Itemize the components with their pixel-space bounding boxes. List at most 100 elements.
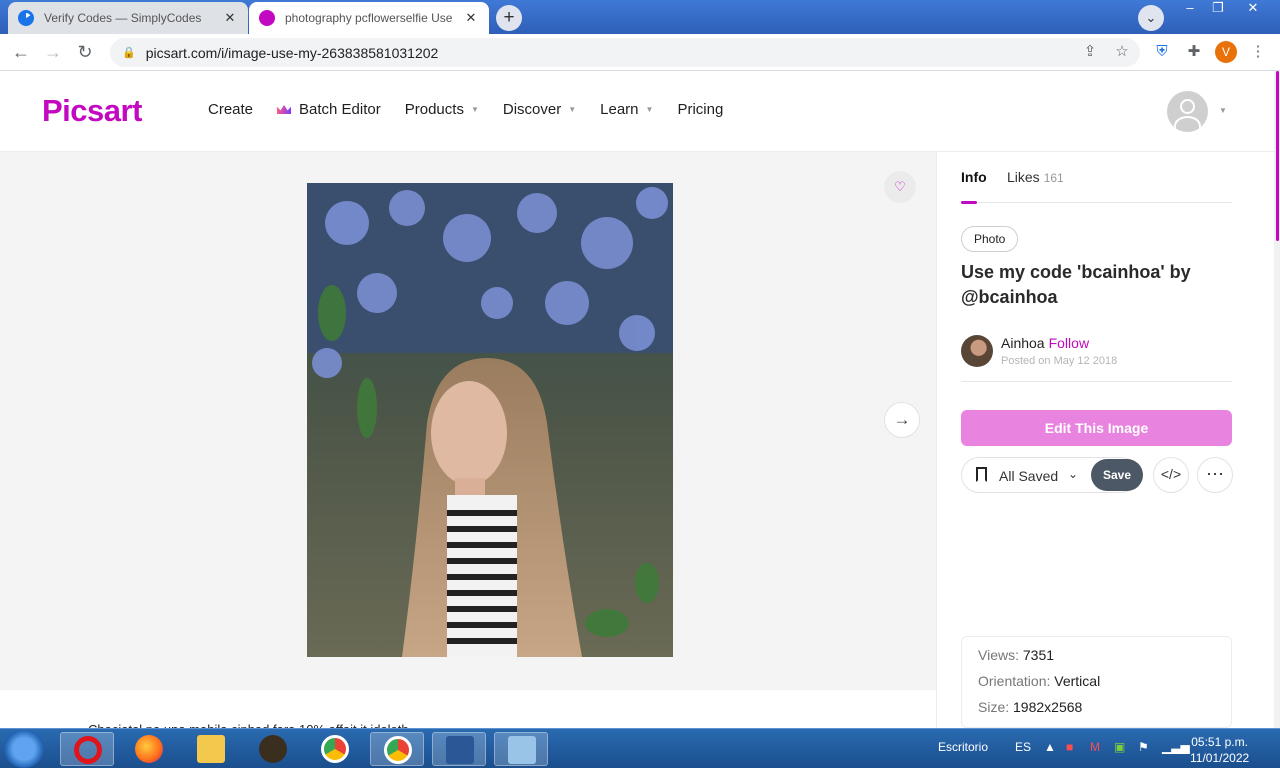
orientation-row: Orientation: Vertical xyxy=(978,673,1215,699)
posted-date: Posted on May 12 2018 xyxy=(1001,355,1118,367)
views-label: Views: xyxy=(978,647,1019,663)
forward-arrow-icon[interactable]: → xyxy=(40,40,66,66)
tab-search-button[interactable]: ⌄ xyxy=(1138,5,1164,31)
language-indicator[interactable]: ES xyxy=(1015,740,1031,754)
tab-likes[interactable]: Likes 161 xyxy=(1007,169,1064,185)
likes-count: 161 xyxy=(1043,171,1064,185)
minimize-window-button[interactable]: – xyxy=(1175,0,1205,18)
nav-learn[interactable]: Learn ▼ xyxy=(600,101,653,118)
taskbar-app[interactable] xyxy=(246,732,300,766)
back-arrow-icon[interactable]: ← xyxy=(8,40,34,66)
nav-create[interactable]: Create xyxy=(208,101,253,118)
nav-label: Pricing xyxy=(677,101,724,118)
chevron-down-icon: ▼ xyxy=(568,105,577,114)
image-title: Use my code 'bcainhoa' by @bcainhoa xyxy=(961,262,1191,307)
browser-tab-picsart[interactable]: photography pcflowerselfie Use ✕ xyxy=(249,2,489,34)
bitwarden-extension-icon[interactable]: ⛨ xyxy=(1150,40,1174,64)
word-icon xyxy=(446,736,474,764)
views-value: 7351 xyxy=(1022,647,1055,663)
share-icon[interactable]: ⇪ xyxy=(1078,40,1102,64)
tab-info[interactable]: Info xyxy=(961,169,987,185)
desktop-toolbar-label[interactable]: Escritorio xyxy=(938,740,988,754)
gmail-tray-icon[interactable]: M xyxy=(1090,740,1100,754)
taskbar-control-panel[interactable] xyxy=(494,732,548,766)
close-tab-icon[interactable]: ✕ xyxy=(463,10,479,26)
like-heart-icon[interactable]: ♡ xyxy=(884,171,916,203)
author-line: Ainhoa Follow xyxy=(1001,335,1089,351)
main-photo[interactable] xyxy=(307,183,673,657)
browser-tabstrip: Verify Codes — SimplyCodes ✕ photography… xyxy=(0,0,1280,34)
next-arrow-icon[interactable]: → xyxy=(884,402,920,438)
picsart-logo[interactable]: Picsart xyxy=(42,93,142,129)
author-name[interactable]: Ainhoa xyxy=(1001,335,1045,351)
size-label: Size: xyxy=(978,699,1010,715)
taskbar-firefox[interactable] xyxy=(122,732,176,766)
description-area: Chaciatal pa una mahila ciphad fara 10% … xyxy=(0,690,936,737)
wolf-app-icon xyxy=(259,735,287,763)
user-avatar[interactable] xyxy=(1167,91,1208,132)
clock-time: 05:51 p.m. xyxy=(1191,735,1248,749)
orientation-label: Orientation: xyxy=(978,673,1051,689)
nav-label: Learn xyxy=(600,101,639,118)
info-sidebar: Info Likes 161 Photo Use my code 'bcainho… xyxy=(936,152,1274,728)
close-window-button[interactable]: ✕ xyxy=(1238,0,1268,18)
sidebar-tabs: Info Likes 161 xyxy=(961,169,1232,204)
size-row: Size: 1982x2568 xyxy=(978,699,1215,725)
system-clock[interactable]: 05:51 p.m. 11/01/2022 xyxy=(1190,734,1249,766)
chevron-down-icon: ▼ xyxy=(645,105,654,114)
nav-label: Discover xyxy=(502,101,562,118)
url-field[interactable]: 🔒 picsart.com/i/image-use-my-26383858103… xyxy=(110,38,1140,67)
nav-discover[interactable]: Discover ▼ xyxy=(503,101,576,118)
tab-title: photography pcflowerselfie Use xyxy=(285,11,453,25)
firefox-icon xyxy=(135,735,163,763)
clock-date: 11/01/2022 xyxy=(1190,751,1250,765)
nav-batch-editor[interactable]: Batch Editor xyxy=(277,101,381,118)
taskbar-chrome-profile[interactable] xyxy=(370,732,424,766)
nav-label: Products xyxy=(404,101,464,118)
chevron-down-icon[interactable]: ▼ xyxy=(1219,106,1227,115)
close-tab-icon[interactable]: ✕ xyxy=(222,10,238,26)
taskbar-opera[interactable] xyxy=(60,732,114,766)
control-panel-icon xyxy=(508,736,536,764)
signal-strength-icon[interactable]: ▁▃▅ xyxy=(1162,740,1190,754)
action-center-flag-icon[interactable]: ⚑ xyxy=(1138,740,1149,754)
show-hidden-icons[interactable]: ▲ xyxy=(1044,740,1056,754)
bookmark-icon xyxy=(976,467,987,482)
address-bar: ← → ↻ 🔒 picsart.com/i/image-use-my-26383… xyxy=(0,34,1280,71)
new-tab-button[interactable]: + xyxy=(496,5,522,31)
author-avatar[interactable] xyxy=(961,335,993,367)
taskbar-explorer[interactable] xyxy=(184,732,238,766)
image-type-tag[interactable]: Photo xyxy=(961,226,1019,252)
browser-menu-icon[interactable]: ⋮ xyxy=(1246,40,1270,64)
reload-icon[interactable]: ↻ xyxy=(72,40,98,66)
windows-taskbar: Escritorio ES ▲ ■ M ▣ ⚑ ▁▃▅ 05:51 p.m. 1… xyxy=(0,728,1280,768)
more-options-icon[interactable]: ⋯ xyxy=(1197,457,1233,493)
nav-label: Create xyxy=(208,101,254,118)
active-tab-indicator xyxy=(961,201,977,204)
scrollbar-thumb[interactable] xyxy=(1276,71,1279,241)
network-monitor-icon[interactable]: ▣ xyxy=(1114,740,1125,754)
picsart-favicon-icon xyxy=(259,10,275,26)
taskbar-chrome[interactable] xyxy=(308,732,362,766)
taskbar-word[interactable] xyxy=(432,732,486,766)
edit-image-button[interactable]: Edit This Image xyxy=(961,410,1232,446)
main-nav: Create Batch Editor Products ▼ Discover ▼ … xyxy=(208,101,747,118)
bookmark-star-icon[interactable]: ☆ xyxy=(1110,40,1134,64)
nav-products[interactable]: Products ▼ xyxy=(405,101,479,118)
tab-likes-label: Likes xyxy=(1007,169,1040,185)
site-header: Picsart Create Batch Editor Products ▼ Di… xyxy=(0,71,1274,152)
folder-icon xyxy=(197,735,225,763)
profile-avatar[interactable]: V xyxy=(1215,41,1237,63)
tray-app-icon[interactable]: ■ xyxy=(1066,740,1073,754)
embed-code-icon[interactable]: </> xyxy=(1153,457,1189,493)
image-viewer: ♡ → xyxy=(0,152,936,690)
nav-pricing[interactable]: Pricing xyxy=(677,101,723,118)
browser-tab-simplycodes[interactable]: Verify Codes — SimplyCodes ✕ xyxy=(8,2,248,34)
nav-label: Batch Editor xyxy=(299,101,381,118)
restore-window-button[interactable]: ❐ xyxy=(1203,0,1233,18)
extensions-puzzle-icon[interactable]: ✚ xyxy=(1182,40,1206,64)
follow-button[interactable]: Follow xyxy=(1049,335,1089,351)
save-button[interactable]: Save xyxy=(1091,459,1143,491)
start-button[interactable] xyxy=(4,730,44,768)
size-value: 1982x2568 xyxy=(1013,699,1083,715)
